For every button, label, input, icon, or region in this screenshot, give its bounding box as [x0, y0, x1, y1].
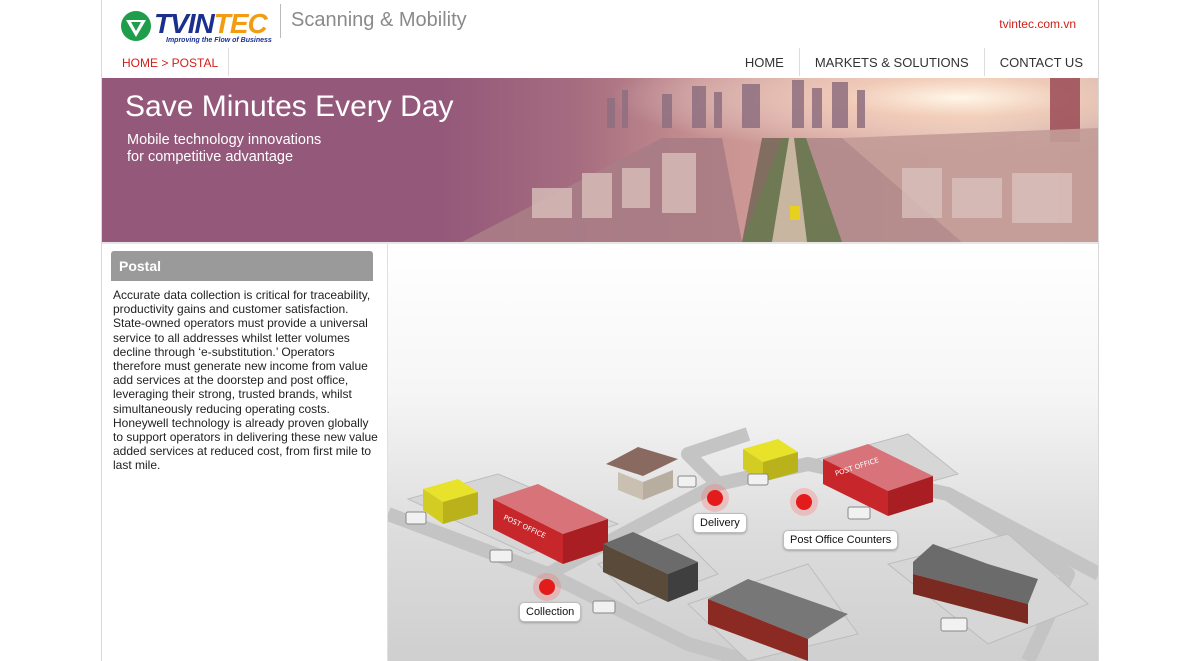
postal-network-graphic: POST OFFICE POST OFFICE: [388, 427, 1098, 661]
logo-mark-icon: [121, 11, 151, 41]
sidebar-heading: Postal: [111, 251, 373, 281]
breadcrumb[interactable]: HOME > POSTAL: [122, 56, 218, 70]
nav-item-home[interactable]: HOME: [730, 48, 799, 76]
banner-subtitle-line1: Mobile technology innovations: [127, 132, 322, 148]
callout-delivery: Delivery: [693, 513, 747, 533]
logo-wordmark: TVINTEC: [154, 8, 268, 39]
logo-tagline: Improving the Flow of Business: [166, 37, 272, 44]
sidebar-body-text: Accurate data collection is critical for…: [113, 288, 378, 473]
nav-item-contact-us[interactable]: CONTACT US: [983, 48, 1098, 76]
header-divider: [280, 4, 281, 38]
company-logo[interactable]: TVINTEC Improving the Flow of Business: [120, 8, 280, 46]
callout-post-office-counters: Post Office Counters: [783, 530, 899, 550]
page-frame: TVINTEC Improving the Flow of Business S…: [101, 0, 1099, 661]
domain-link[interactable]: tvintec.com.vn: [999, 17, 1076, 31]
banner-title: Save Minutes Every Day: [125, 90, 454, 123]
site-subtitle: Scanning & Mobility: [291, 9, 467, 31]
nav-item-markets-solutions[interactable]: MARKETS & SOLUTIONS: [798, 48, 984, 76]
banner-subtitle: Mobile technology innovations for compet…: [127, 132, 387, 166]
breadcrumb-divider: [228, 48, 229, 76]
banner-subtitle-line2: for competitive advantage: [127, 149, 294, 165]
main-nav: HOME MARKETS & SOLUTIONS CONTACT US: [730, 48, 1098, 76]
callout-collection: Collection: [519, 602, 582, 622]
hero-banner: Save Minutes Every Day Mobile technology…: [102, 78, 1098, 242]
postal-network-illustration: POST OFFICE POST OFFICE Delivery Post Of…: [387, 244, 1098, 661]
